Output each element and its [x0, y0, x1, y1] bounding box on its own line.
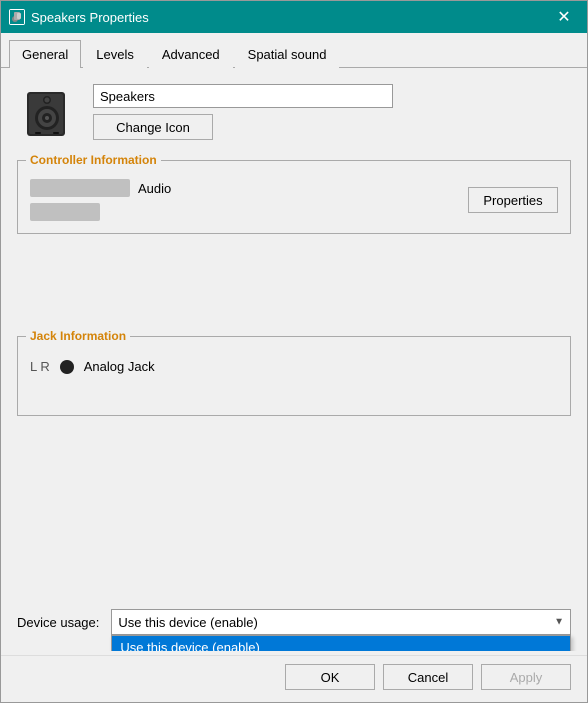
close-button[interactable]: ✕: [541, 1, 587, 33]
tab-general[interactable]: General: [9, 40, 81, 68]
cancel-button[interactable]: Cancel: [383, 664, 473, 690]
jack-lr-label: L R: [30, 359, 50, 374]
device-usage-label: Device usage:: [17, 615, 99, 630]
device-name-area: Change Icon: [93, 84, 393, 140]
device-usage-dropdown-popup: Use this device (enable) Don't use this …: [111, 635, 571, 651]
controller-info-section: Controller Information Audio Properties: [17, 160, 571, 234]
main-content: Change Icon Controller Information Audio…: [1, 68, 587, 651]
controller-gray-bar-short: [30, 203, 100, 221]
ok-button[interactable]: OK: [285, 664, 375, 690]
jack-row: L R Analog Jack: [30, 359, 558, 374]
bottom-buttons: OK Cancel Apply: [1, 655, 587, 702]
jack-info-section: Jack Information L R Analog Jack: [17, 336, 571, 416]
dropdown-option-enable[interactable]: Use this device (enable): [112, 636, 570, 651]
title-bar: Speakers Properties ✕: [1, 1, 587, 33]
controller-name-row: Audio: [30, 179, 171, 197]
jack-section-label: Jack Information: [26, 329, 130, 343]
title-bar-text: Speakers Properties: [31, 10, 541, 25]
device-usage-row: Device usage: Use this device (enable) ▼…: [17, 601, 571, 635]
tab-levels[interactable]: Levels: [83, 40, 147, 68]
device-name-input[interactable]: [93, 84, 393, 108]
device-section: Change Icon: [17, 84, 571, 144]
spacer1: [17, 250, 571, 336]
jack-circle-icon: [60, 360, 74, 374]
audio-label: Audio: [138, 181, 171, 196]
controller-gray-bar-long: [30, 179, 130, 197]
device-icon: [17, 84, 77, 144]
spacer2: [17, 428, 571, 514]
jack-type-label: Analog Jack: [84, 359, 155, 374]
window-icon: [9, 9, 25, 25]
controller-left: Audio: [30, 179, 171, 221]
properties-button[interactable]: Properties: [468, 187, 558, 213]
controller-section-label: Controller Information: [26, 153, 161, 167]
chevron-down-icon: ▼: [554, 617, 564, 628]
apply-button[interactable]: Apply: [481, 664, 571, 690]
tabs-container: General Levels Advanced Spatial sound: [1, 33, 587, 68]
tab-advanced[interactable]: Advanced: [149, 40, 233, 68]
controller-row: Audio Properties: [30, 179, 558, 221]
device-usage-dropdown-wrapper: Use this device (enable) ▼ Use this devi…: [111, 609, 571, 635]
change-icon-button[interactable]: Change Icon: [93, 114, 213, 140]
speakers-properties-window: Speakers Properties ✕ General Levels Adv…: [0, 0, 588, 703]
spacer3: [17, 515, 571, 601]
device-usage-dropdown[interactable]: Use this device (enable) ▼: [111, 609, 571, 635]
tab-spatial-sound[interactable]: Spatial sound: [235, 40, 340, 68]
